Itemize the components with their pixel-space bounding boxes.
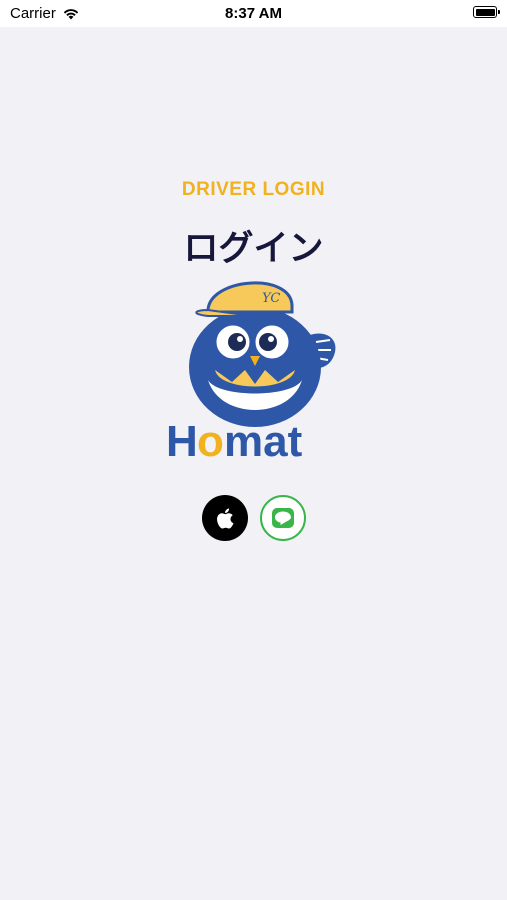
line-icon (271, 508, 294, 528)
homat-logo: YC H o mat (166, 281, 336, 465)
social-login-row (0, 495, 507, 541)
owl-mascot-icon: YC (189, 281, 336, 427)
line-login-button[interactable] (259, 495, 306, 541)
battery-icon (473, 6, 500, 18)
svg-text:mat: mat (224, 417, 303, 465)
svg-text:o: o (197, 417, 224, 465)
svg-text:H: H (166, 417, 198, 465)
page-title: ログイン (183, 229, 324, 268)
homat-wordmark: H o mat (166, 417, 303, 465)
apple-icon (216, 508, 233, 529)
driver-login-subtitle: DRIVER LOGIN (181, 179, 326, 200)
status-time: 8:37 AM (225, 5, 282, 22)
apple-login-button[interactable] (201, 495, 248, 541)
status-bar: Carrier 8:37 AM (0, 0, 507, 27)
svg-text:YC: YC (262, 291, 280, 306)
